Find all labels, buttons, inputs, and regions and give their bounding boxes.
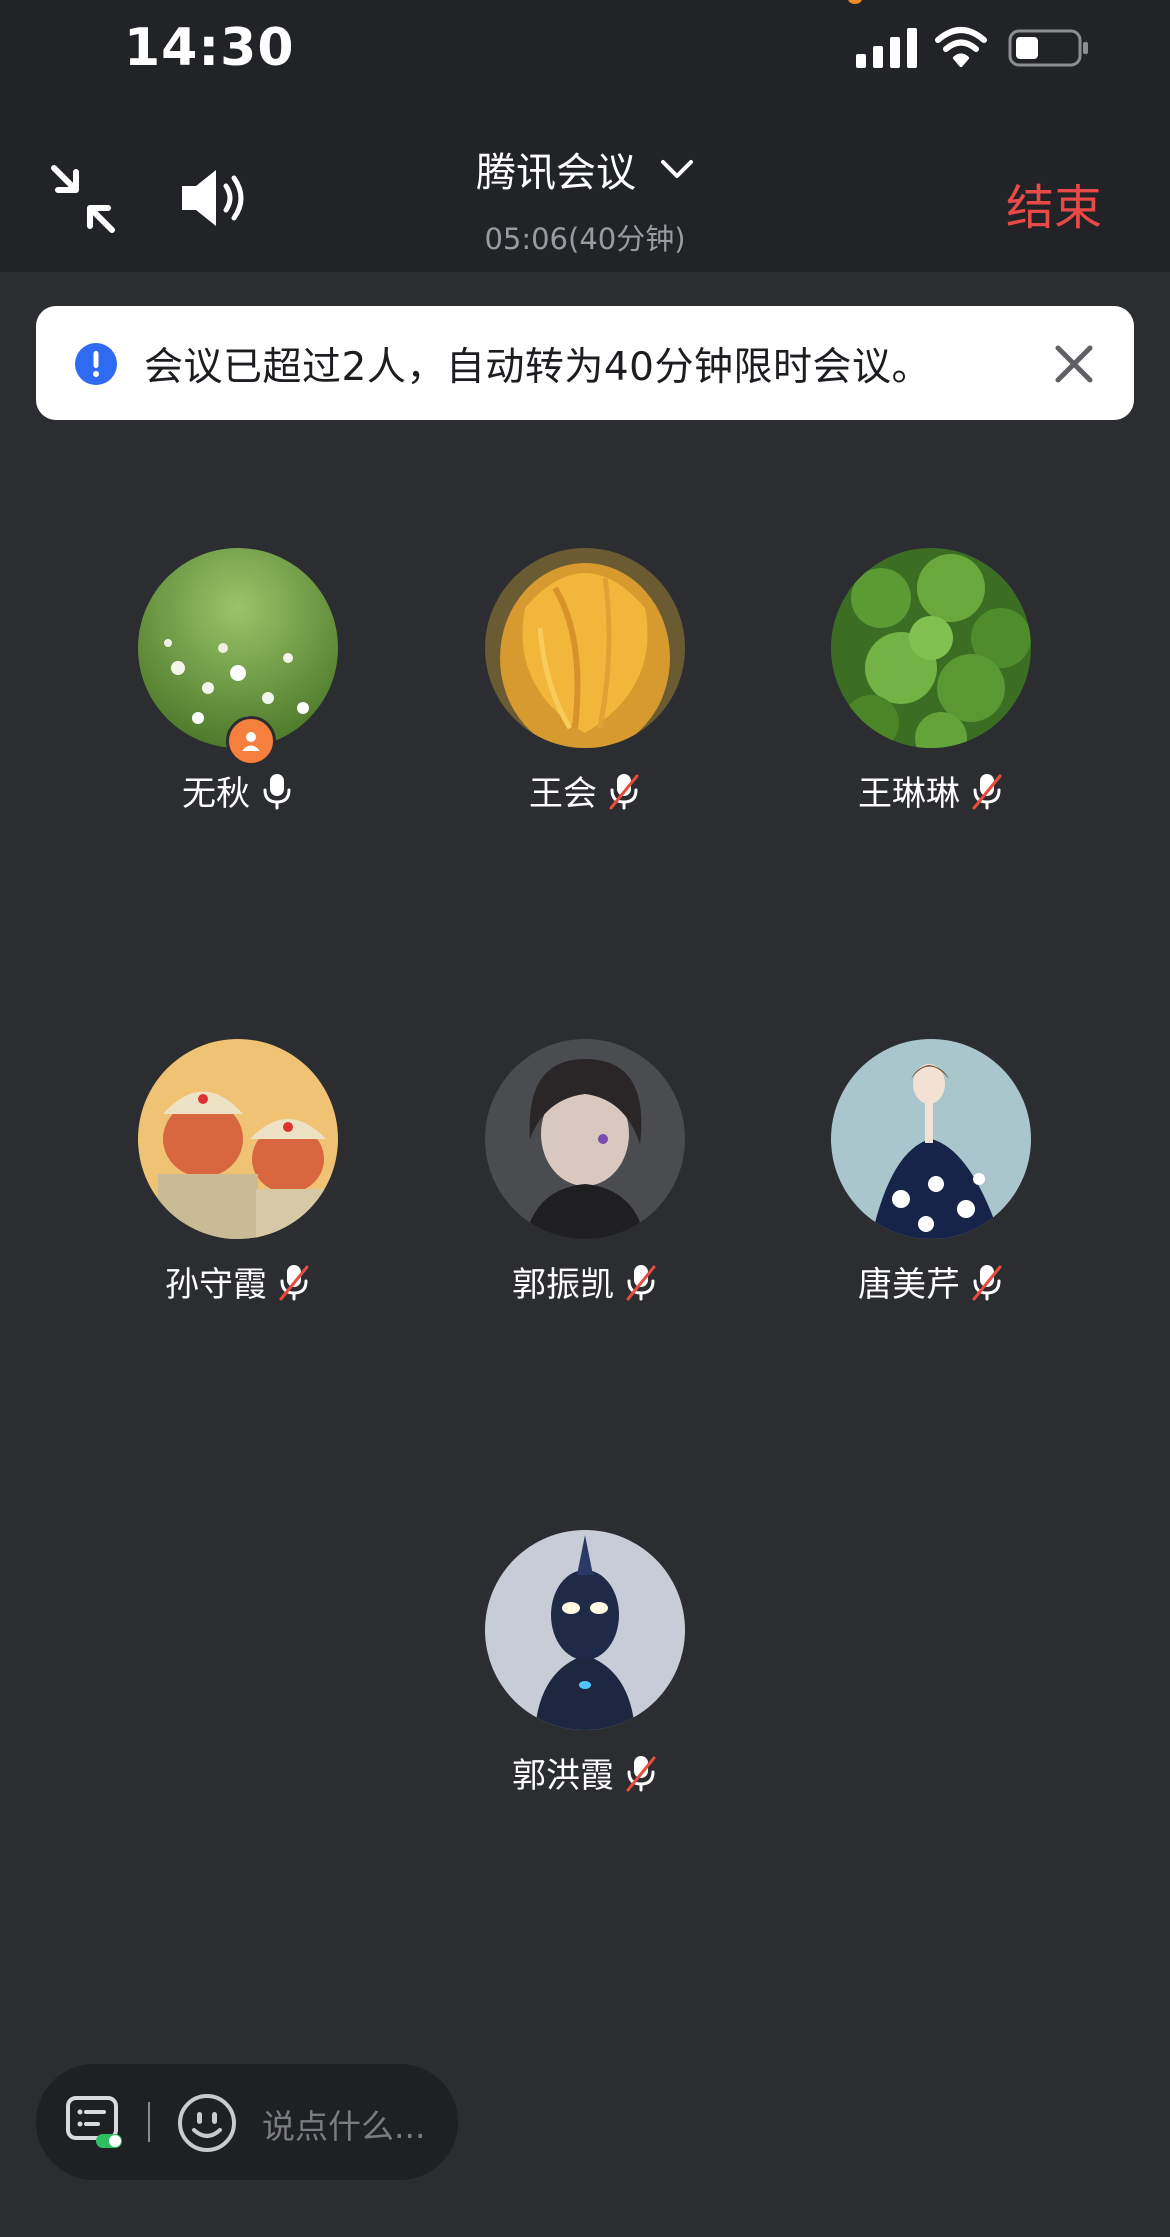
meeting-title-area[interactable]: 腾讯会议 05:06(40分钟)	[0, 140, 1170, 258]
mic-muted-icon	[972, 773, 1002, 809]
participant-tile[interactable]: 王琳琳	[801, 548, 1061, 815]
avatar	[138, 548, 338, 748]
chat-input-placeholder[interactable]: 说点什么...	[262, 2100, 425, 2148]
privacy-indicator	[848, 0, 862, 4]
participant-name: 王琳琳	[858, 774, 960, 814]
time-limit-banner: 会议已超过2人，自动转为40分钟限时会议。	[36, 306, 1134, 420]
mic-muted-icon	[626, 1264, 656, 1300]
meeting-header: 腾讯会议 05:06(40分钟) 结束	[0, 100, 1170, 272]
participant-name-row: 王琳琳	[801, 766, 1061, 815]
banner-message: 会议已超过2人，自动转为40分钟限时会议。	[144, 345, 931, 390]
chat-list-icon[interactable]	[64, 2094, 128, 2154]
avatar	[831, 548, 1031, 748]
meeting-title-text: 腾讯会议	[476, 150, 636, 196]
mic-muted-icon	[972, 1264, 1002, 1300]
meeting-duration: 05:06(40分钟)	[484, 222, 686, 256]
end-meeting-button[interactable]: 结束	[1006, 168, 1102, 238]
avatar	[485, 1039, 685, 1239]
mic-on-icon	[263, 773, 291, 809]
chat-divider	[148, 2102, 150, 2142]
participant-name-row: 孙守霞	[108, 1257, 368, 1306]
participant-tile[interactable]: 郭洪霞	[455, 1530, 715, 1797]
participant-name: 无秋	[182, 774, 250, 814]
mic-muted-icon	[279, 1264, 309, 1300]
participant-name-row: 唐美芹	[801, 1257, 1061, 1306]
participant-name: 郭洪霞	[512, 1756, 614, 1796]
avatar	[138, 1039, 338, 1239]
host-badge-icon	[226, 716, 276, 766]
avatar	[485, 1530, 685, 1730]
participant-tile[interactable]: 郭振凯	[455, 1039, 715, 1306]
avatar	[485, 548, 685, 748]
participant-name: 孙守霞	[165, 1265, 267, 1305]
close-icon[interactable]	[1052, 342, 1096, 386]
status-time: 14:30	[124, 18, 295, 78]
mic-muted-icon	[626, 1755, 656, 1791]
battery-icon	[1008, 29, 1088, 67]
participant-name: 郭振凯	[512, 1265, 614, 1305]
meeting-title[interactable]: 腾讯会议	[476, 140, 694, 198]
wifi-icon	[935, 27, 987, 67]
emoji-icon[interactable]	[176, 2092, 238, 2154]
participant-name: 王会	[529, 774, 597, 814]
status-bar: 14:30	[0, 0, 1170, 100]
participant-tile[interactable]: 孙守霞	[108, 1039, 368, 1306]
participant-name: 唐美芹	[858, 1265, 960, 1305]
participant-name-row: 郭振凯	[455, 1257, 715, 1306]
info-icon	[75, 343, 117, 385]
chevron-down-icon	[661, 160, 693, 178]
participant-name-row: 无秋	[108, 766, 368, 815]
signal-icon	[856, 28, 917, 68]
participant-tile[interactable]: 无秋	[108, 548, 368, 815]
participant-name-row: 郭洪霞	[455, 1748, 715, 1797]
mic-muted-icon	[609, 773, 639, 809]
participant-tile[interactable]: 唐美芹	[801, 1039, 1061, 1306]
avatar	[831, 1039, 1031, 1239]
participant-name-row: 王会	[455, 766, 715, 815]
participant-tile[interactable]: 王会	[455, 548, 715, 815]
chat-bar[interactable]: 说点什么...	[36, 2064, 458, 2180]
